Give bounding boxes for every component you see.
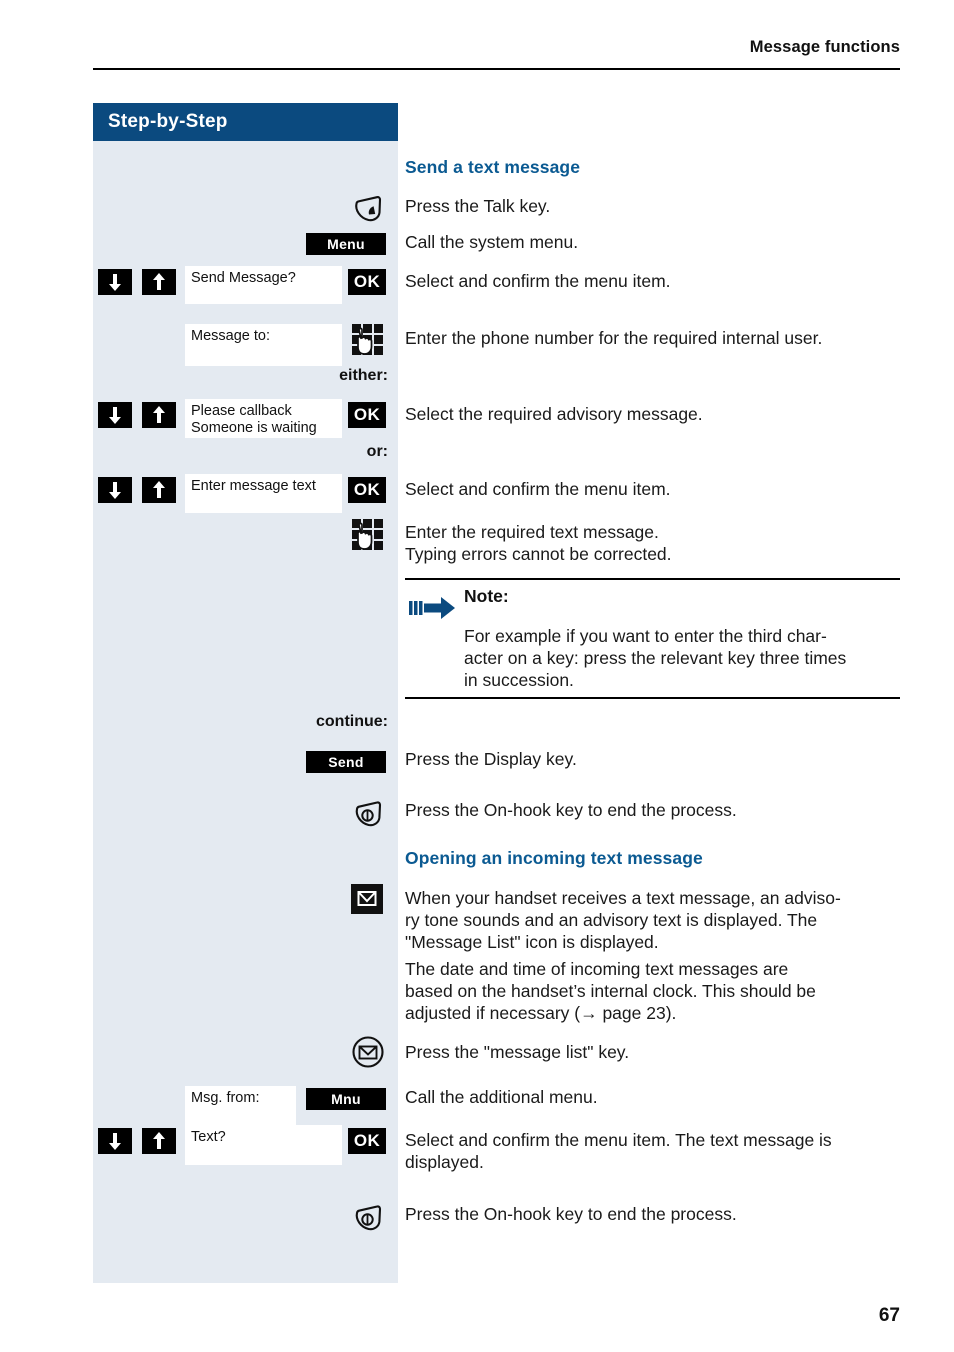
talk-key-icon	[350, 190, 386, 231]
softkey-menu[interactable]: Menu	[306, 233, 386, 255]
note-line-2: acter on a key: press the relevant key t…	[464, 648, 847, 668]
display-line: Message to:	[191, 328, 270, 344]
page-number: 67	[878, 1305, 900, 1326]
note-bottom-rule	[405, 697, 900, 699]
note-line-3: in succession.	[464, 670, 574, 690]
step-text-on-hook-2: Press the On-hook key to end the process…	[405, 1204, 737, 1224]
display-line: Send Message?	[191, 270, 296, 286]
message-list-key-icon	[350, 1034, 386, 1075]
display-line: Msg. from:	[191, 1090, 260, 1106]
display-line: Someone is waiting	[191, 420, 317, 436]
nav-down-button-3[interactable]	[98, 477, 132, 503]
or-label: or:	[366, 443, 388, 460]
intro-line-2: ry tone sounds and an advisory text is d…	[405, 910, 818, 930]
step-text-press-message-list-key: Press the "message list" key.	[405, 1042, 630, 1062]
step-text-press-display-key: Press the Display key.	[405, 749, 577, 769]
step-text-select-confirm-3: Select and confirm the menu item. The te…	[405, 1130, 832, 1150]
display-enter-message-text: Enter message text	[185, 474, 342, 513]
display-msg-from: Msg. from:	[185, 1086, 296, 1126]
nav-down-button-2[interactable]	[98, 402, 132, 428]
note-arrow-icon	[409, 596, 457, 627]
note-line-1: For example if you want to enter the thi…	[464, 626, 827, 646]
intro-line-3: "Message List" icon is displayed.	[405, 932, 659, 952]
display-send-message: Send Message?	[185, 266, 342, 304]
intro-line-4: The date and time of incoming text messa…	[405, 959, 789, 979]
display-message-to: Message to:	[185, 324, 342, 366]
keypad-icon-2	[350, 517, 388, 562]
note-top-rule	[405, 578, 900, 580]
step-text-select-advisory: Select the required advisory message.	[405, 404, 703, 424]
softkey-send[interactable]: Send	[306, 751, 386, 773]
note-title: Note:	[464, 586, 509, 606]
display-line: Please callback	[191, 403, 292, 419]
step-text-on-hook-1: Press the On-hook key to end the process…	[405, 800, 737, 820]
running-head: Message functions	[749, 38, 900, 56]
on-hook-key-icon-1	[350, 795, 386, 836]
nav-up-button-2[interactable]	[142, 402, 176, 428]
step-text-call-additional-menu: Call the additional menu.	[405, 1087, 598, 1107]
step-text-talk-key: Press the Talk key.	[405, 196, 551, 216]
step-by-step-title: Step-by-Step	[108, 111, 228, 132]
display-advisory-messages: Please callback Someone is waiting	[185, 399, 342, 438]
heading-opening-incoming: Opening an incoming text message	[405, 848, 703, 868]
on-hook-key-icon-2	[350, 1199, 386, 1240]
intro-line-1: When your handset receives a text messag…	[405, 888, 841, 908]
intro-line-5: based on the handset’s internal clock. T…	[405, 981, 816, 1001]
nav-up-button-4[interactable]	[142, 1128, 176, 1154]
ok-key-3[interactable]: OK	[348, 477, 386, 503]
continue-label: continue:	[316, 713, 388, 730]
step-text-enter-text-2: Typing errors cannot be corrected.	[405, 544, 672, 564]
step-text-select-confirm-2: Select and confirm the menu item.	[405, 479, 671, 499]
ok-key-1[interactable]: OK	[348, 269, 386, 295]
display-text-question: Text?	[185, 1125, 342, 1165]
manual-page: Message functions Step-by-Step Send a te…	[0, 0, 954, 1352]
ok-key-4[interactable]: OK	[348, 1128, 386, 1154]
display-line: Text?	[191, 1129, 226, 1145]
nav-down-button-1[interactable]	[98, 269, 132, 295]
nav-up-button-3[interactable]	[142, 477, 176, 503]
step-text-select-confirm-1: Select and confirm the menu item.	[405, 271, 671, 291]
nav-down-button-4[interactable]	[98, 1128, 132, 1154]
heading-send-text-message: Send a text message	[405, 157, 581, 177]
step-text-select-confirm-3b: displayed.	[405, 1152, 484, 1172]
either-label: either:	[339, 367, 388, 384]
step-text-enter-phone-number: Enter the phone number for the required …	[405, 328, 823, 348]
ok-key-2[interactable]: OK	[348, 402, 386, 428]
message-list-filled-icon	[351, 884, 383, 919]
display-line: Enter message text	[191, 478, 316, 494]
header-rule	[93, 68, 900, 70]
softkey-mnu[interactable]: Mnu	[306, 1088, 386, 1110]
step-by-step-header: Step-by-Step	[93, 103, 398, 141]
step-text-enter-text-1: Enter the required text message.	[405, 522, 659, 542]
nav-up-button-1[interactable]	[142, 269, 176, 295]
keypad-icon-1	[350, 322, 388, 367]
step-text-call-system-menu: Call the system menu.	[405, 232, 579, 252]
intro-line-6: adjusted if necessary (→ page 23).	[405, 1003, 677, 1023]
